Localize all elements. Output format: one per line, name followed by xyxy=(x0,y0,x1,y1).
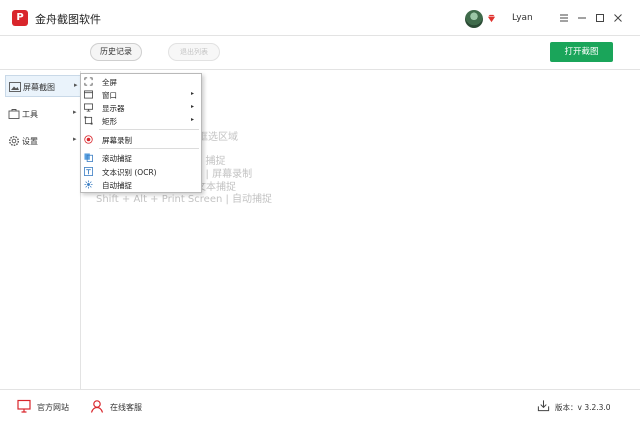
online-service-label: 在线客服 xyxy=(110,403,142,412)
menu-item-label: 全屏 xyxy=(102,78,117,87)
chevron-right-icon: ▸ xyxy=(73,135,77,143)
menu-item-screen-record[interactable]: 屏幕录制 xyxy=(81,133,201,146)
menu-item-label: 屏幕录制 xyxy=(102,136,132,145)
chevron-right-icon: ▸ xyxy=(74,81,78,89)
sidebar-item-label: 工具 xyxy=(22,110,38,119)
monitor-icon xyxy=(84,103,93,112)
menu-item-scroll-capture[interactable]: 滚动捕捉 xyxy=(81,151,201,164)
sidebar-item-screenshot[interactable]: 屏幕截图 ▸ xyxy=(5,75,81,97)
avatar[interactable] xyxy=(465,10,483,28)
sidebar-item-settings[interactable]: 设置 ▸ xyxy=(5,130,81,152)
screenshot-menu: 全屏 窗口 ▸ 显示器 ▸ 矩形 ▸ 屏幕录制 滚动捕捉 文本识别 (OCR) … xyxy=(80,73,202,193)
chevron-right-icon: ▸ xyxy=(191,103,195,110)
menu-item-monitor[interactable]: 显示器 ▸ xyxy=(81,101,201,114)
official-website-label: 官方网站 xyxy=(37,403,69,412)
app-title: 金舟截图软件 xyxy=(35,13,101,26)
minimize-icon[interactable] xyxy=(576,12,588,24)
chevron-right-icon: ▸ xyxy=(191,90,195,97)
window-icon xyxy=(84,90,93,99)
footer: 官方网站 在线客服 版本：v 3.2.3.0 xyxy=(0,389,640,421)
close-icon[interactable] xyxy=(612,12,624,24)
menu-item-window[interactable]: 窗口 ▸ xyxy=(81,88,201,101)
sidebar-item-tools[interactable]: 工具 ▸ xyxy=(5,103,81,125)
chevron-right-icon: ▸ xyxy=(191,116,195,123)
fullscreen-icon xyxy=(84,77,93,86)
vip-diamond-icon[interactable] xyxy=(487,14,496,23)
download-update-icon xyxy=(537,400,550,412)
maximize-icon[interactable] xyxy=(594,12,606,24)
menu-item-ocr[interactable]: 文本识别 (OCR) xyxy=(81,165,201,178)
history-button[interactable]: 历史记录 xyxy=(90,43,142,61)
sidebar: 屏幕截图 ▸ 工具 ▸ 设置 ▸ xyxy=(0,71,81,389)
scroll-capture-icon xyxy=(84,153,93,162)
app-logo: P xyxy=(12,10,28,26)
menu-divider xyxy=(99,148,199,149)
chevron-right-icon: ▸ xyxy=(73,108,77,116)
exit-list-button[interactable]: 退出列表 xyxy=(168,43,220,61)
menu-item-auto-capture[interactable]: 自动捕捉 xyxy=(81,178,201,191)
menu-divider xyxy=(99,129,199,130)
gear-icon xyxy=(8,135,20,147)
version-label: 版本：v 3.2.3.0 xyxy=(555,403,611,412)
auto-capture-icon xyxy=(84,180,93,189)
sidebar-item-label: 屏幕截图 xyxy=(23,83,55,92)
toolbar: 历史记录 退出列表 打开截图 xyxy=(0,36,640,70)
screenshot-icon xyxy=(9,82,21,92)
tools-icon xyxy=(8,109,20,119)
version-info[interactable]: 版本：v 3.2.3.0 xyxy=(537,399,637,413)
record-icon xyxy=(84,135,93,144)
menu-item-label: 文本识别 (OCR) xyxy=(102,168,157,177)
menu-item-label: 滚动捕捉 xyxy=(102,154,132,163)
menu-item-fullscreen[interactable]: 全屏 xyxy=(81,75,201,88)
menu-icon[interactable] xyxy=(558,12,570,24)
title-bar: P 金舟截图软件 Lyan xyxy=(0,0,640,36)
sidebar-item-label: 设置 xyxy=(22,137,38,146)
ocr-icon xyxy=(84,167,93,176)
menu-item-label: 自动捕捉 xyxy=(102,181,132,190)
menu-item-label: 窗口 xyxy=(102,91,117,100)
open-capture-button[interactable]: 打开截图 xyxy=(550,42,613,62)
menu-item-label: 显示器 xyxy=(102,104,125,113)
rectangle-icon xyxy=(84,116,93,125)
menu-item-label: 矩形 xyxy=(102,117,117,126)
username[interactable]: Lyan xyxy=(512,13,533,23)
website-monitor-icon xyxy=(17,399,31,413)
menu-item-rectangle[interactable]: 矩形 ▸ xyxy=(81,114,201,127)
hint-line: 框选区域 xyxy=(198,132,238,143)
customer-service-icon xyxy=(90,400,104,413)
